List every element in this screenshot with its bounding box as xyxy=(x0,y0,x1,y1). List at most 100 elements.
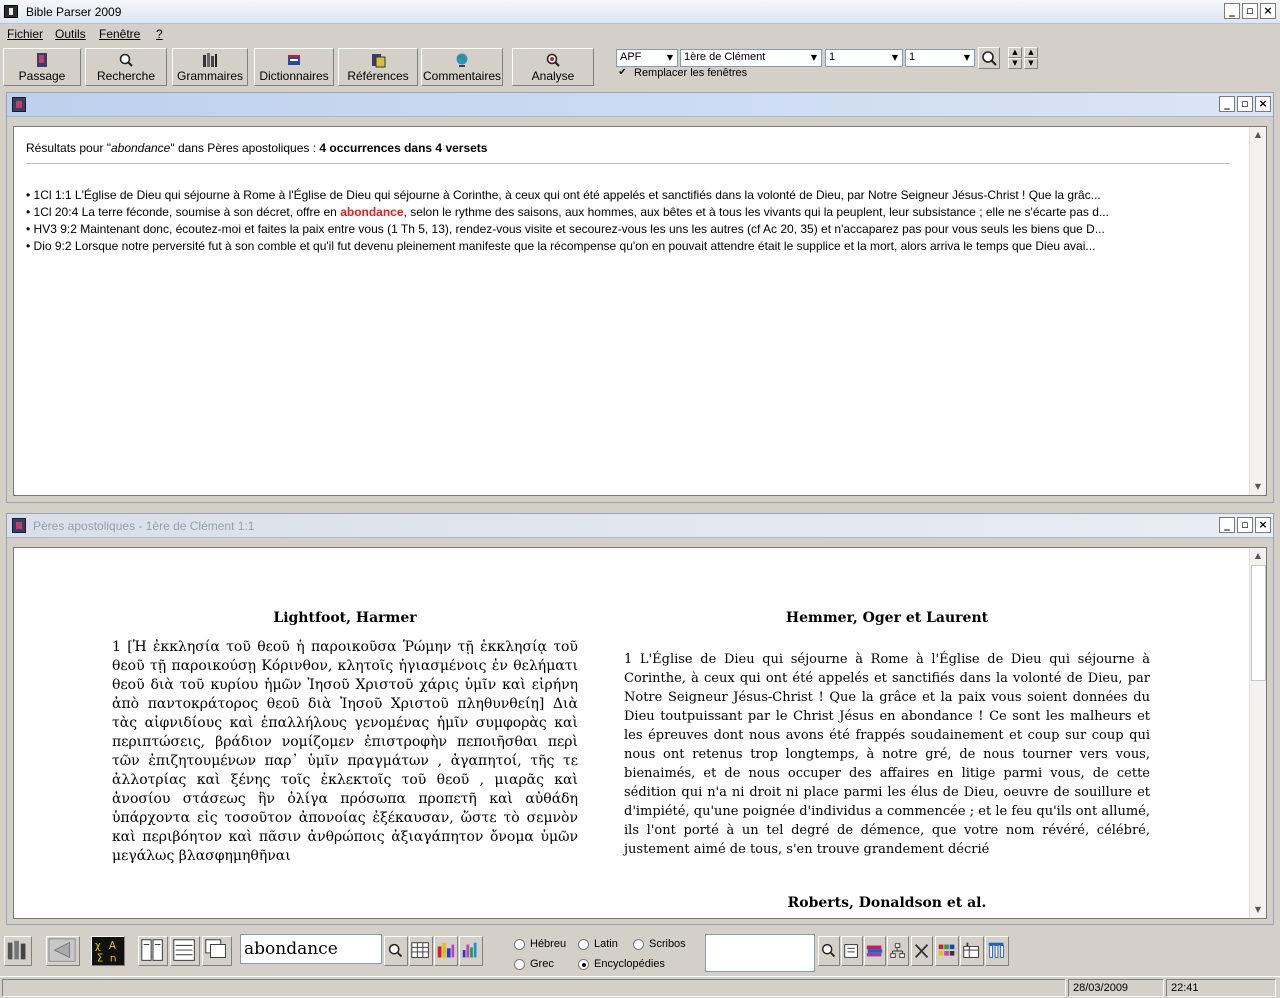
book-icon xyxy=(37,53,47,67)
verse-select[interactable]: 1 ▼ xyxy=(905,49,975,67)
chevron-down-icon[interactable]: ▼ xyxy=(888,50,902,66)
commentaires-button[interactable]: Commentaires xyxy=(421,48,503,86)
book-select[interactable]: 1ère de Clément ▼ xyxy=(680,49,822,67)
back-button[interactable] xyxy=(46,936,80,966)
rows-icon xyxy=(173,939,195,961)
analyse-icon xyxy=(546,53,560,67)
menu-bar: Fichier Outils Fenêtre ? xyxy=(0,25,1280,45)
chapter-select[interactable]: 1 ▼ xyxy=(825,49,903,67)
scroll-thumb[interactable] xyxy=(1251,565,1266,681)
prev-down-button[interactable]: ▼ xyxy=(1008,58,1022,69)
status-date: 28/03/2009 xyxy=(1068,979,1164,997)
next-down-button[interactable]: ▼ xyxy=(1024,58,1038,69)
replace-windows-option[interactable]: ✔ Remplacer les fenêtres xyxy=(617,67,747,79)
analyse-button[interactable]: Analyse xyxy=(512,48,594,86)
menu-fichier[interactable]: Fichier xyxy=(7,27,43,41)
result-text: HV3 9:2 Maintenant donc, écoutez-moi et … xyxy=(33,222,1105,236)
text-window-title: Pères apostoliques - 1ère de Clément 1:1 xyxy=(33,519,255,533)
scroll-down-icon[interactable]: ▼ xyxy=(1250,479,1266,495)
result-item[interactable]: • 1Cl 1:1 L'Église de Dieu qui séjourne … xyxy=(26,187,1230,204)
restore-button[interactable]: ▫ xyxy=(1242,3,1258,19)
table-button[interactable] xyxy=(960,936,984,966)
palette-button[interactable] xyxy=(935,936,959,966)
menu-fenetre[interactable]: Fenêtre xyxy=(99,27,140,41)
minimize-button[interactable]: _ xyxy=(1224,3,1240,19)
references-icon xyxy=(372,54,386,68)
concordance-button[interactable] xyxy=(409,936,433,966)
minimize-button[interactable]: _ xyxy=(1219,517,1235,533)
scroll-down-icon[interactable]: ▼ xyxy=(1250,902,1266,918)
maximize-button[interactable]: ▫ xyxy=(1237,517,1253,533)
prev-up-button[interactable]: ▲ xyxy=(1008,47,1022,58)
radio-latin[interactable]: Latin xyxy=(578,938,618,950)
radio-label: Hébreu xyxy=(530,938,567,950)
statistics-button[interactable] xyxy=(434,936,458,966)
library-button[interactable] xyxy=(4,936,32,966)
analyse-label: Analyse xyxy=(531,69,575,83)
result-item[interactable]: • 1Cl 20:4 La terre féconde, soumise à s… xyxy=(26,204,1230,221)
radio-encyclopedias[interactable]: Encyclopédies xyxy=(578,958,665,970)
recherche-button[interactable]: Recherche xyxy=(85,48,167,86)
radio-dot-selected[interactable] xyxy=(578,958,589,970)
status-message xyxy=(2,979,1066,997)
references-button[interactable]: Références xyxy=(338,48,418,86)
dictionnaires-button[interactable]: Dictionnaires xyxy=(254,48,334,86)
menu-help[interactable]: ? xyxy=(156,27,163,41)
scroll-up-icon[interactable]: ▲ xyxy=(1250,127,1266,143)
french-text: 1 L'Église de Dieu qui séjourne à Rome à… xyxy=(624,652,1150,857)
window-icon xyxy=(12,518,26,533)
close-button[interactable]: × xyxy=(1260,3,1276,19)
grid-icon xyxy=(411,942,429,958)
stacked-books-icon xyxy=(866,945,883,957)
result-item[interactable]: • HV3 9:2 Maintenant donc, écoutez-moi e… xyxy=(26,221,1230,238)
radio-dot[interactable] xyxy=(578,938,589,950)
layout-cascade-button[interactable] xyxy=(202,936,232,966)
chart-button[interactable] xyxy=(459,936,483,966)
bullet: • xyxy=(26,222,31,236)
result-item[interactable]: • Dio 9:2 Lorsque notre perversité fut à… xyxy=(26,238,1230,255)
radio-dot[interactable] xyxy=(514,938,525,950)
search-icon xyxy=(821,943,836,958)
grammaires-button[interactable]: Grammaires xyxy=(172,48,248,86)
radio-greek[interactable]: Grec xyxy=(514,958,554,970)
verse-value: 1 xyxy=(909,51,916,63)
search-lookup-button[interactable] xyxy=(818,936,840,966)
tools-button[interactable] xyxy=(911,936,933,966)
vertical-scrollbar[interactable]: ▲ ▼ xyxy=(1249,548,1266,918)
menu-outils[interactable]: Outils xyxy=(55,27,86,41)
radio-dot[interactable] xyxy=(514,958,525,970)
check-icon[interactable]: ✔ xyxy=(617,67,628,79)
vertical-scrollbar[interactable]: ▲ ▼ xyxy=(1249,127,1266,495)
next-up-button[interactable]: ▲ xyxy=(1024,47,1038,58)
close-button[interactable]: × xyxy=(1255,96,1271,112)
secondary-search-input[interactable] xyxy=(705,934,815,972)
close-button[interactable]: × xyxy=(1255,517,1271,533)
minimize-button[interactable]: _ xyxy=(1219,96,1235,112)
bullet: • xyxy=(26,239,31,253)
columns-view-button[interactable] xyxy=(985,936,1009,966)
transliterate-button[interactable]: χAΣח xyxy=(91,936,125,966)
layout-rows-button[interactable] xyxy=(170,936,200,966)
radio-dot[interactable] xyxy=(633,938,644,950)
search-input[interactable] xyxy=(240,934,382,964)
chapter-value: 1 xyxy=(829,51,836,63)
scroll-up-icon[interactable]: ▲ xyxy=(1250,548,1266,564)
replace-windows-label: Remplacer les fenêtres xyxy=(634,67,748,79)
chevron-down-icon[interactable]: ▼ xyxy=(960,50,974,66)
svg-text:Σ: Σ xyxy=(97,952,103,964)
encyclopedia-button[interactable] xyxy=(864,936,886,966)
radio-hebrew[interactable]: Hébreu xyxy=(514,938,566,950)
radio-label: Grec xyxy=(530,958,554,970)
version-select[interactable]: APF ▼ xyxy=(616,49,678,67)
passage-button[interactable]: Passage xyxy=(3,48,81,86)
open-book-button[interactable] xyxy=(841,936,863,966)
go-button[interactable] xyxy=(978,47,1000,69)
chevron-down-icon[interactable]: ▼ xyxy=(807,50,821,66)
maximize-button[interactable]: ▫ xyxy=(1237,96,1253,112)
triangle-left-icon xyxy=(48,938,76,962)
radio-scribes[interactable]: Scribos xyxy=(633,938,686,950)
chevron-down-icon[interactable]: ▼ xyxy=(663,50,677,66)
search-button[interactable] xyxy=(384,936,408,966)
network-button[interactable] xyxy=(887,936,909,966)
layout-columns-button[interactable] xyxy=(138,936,168,966)
